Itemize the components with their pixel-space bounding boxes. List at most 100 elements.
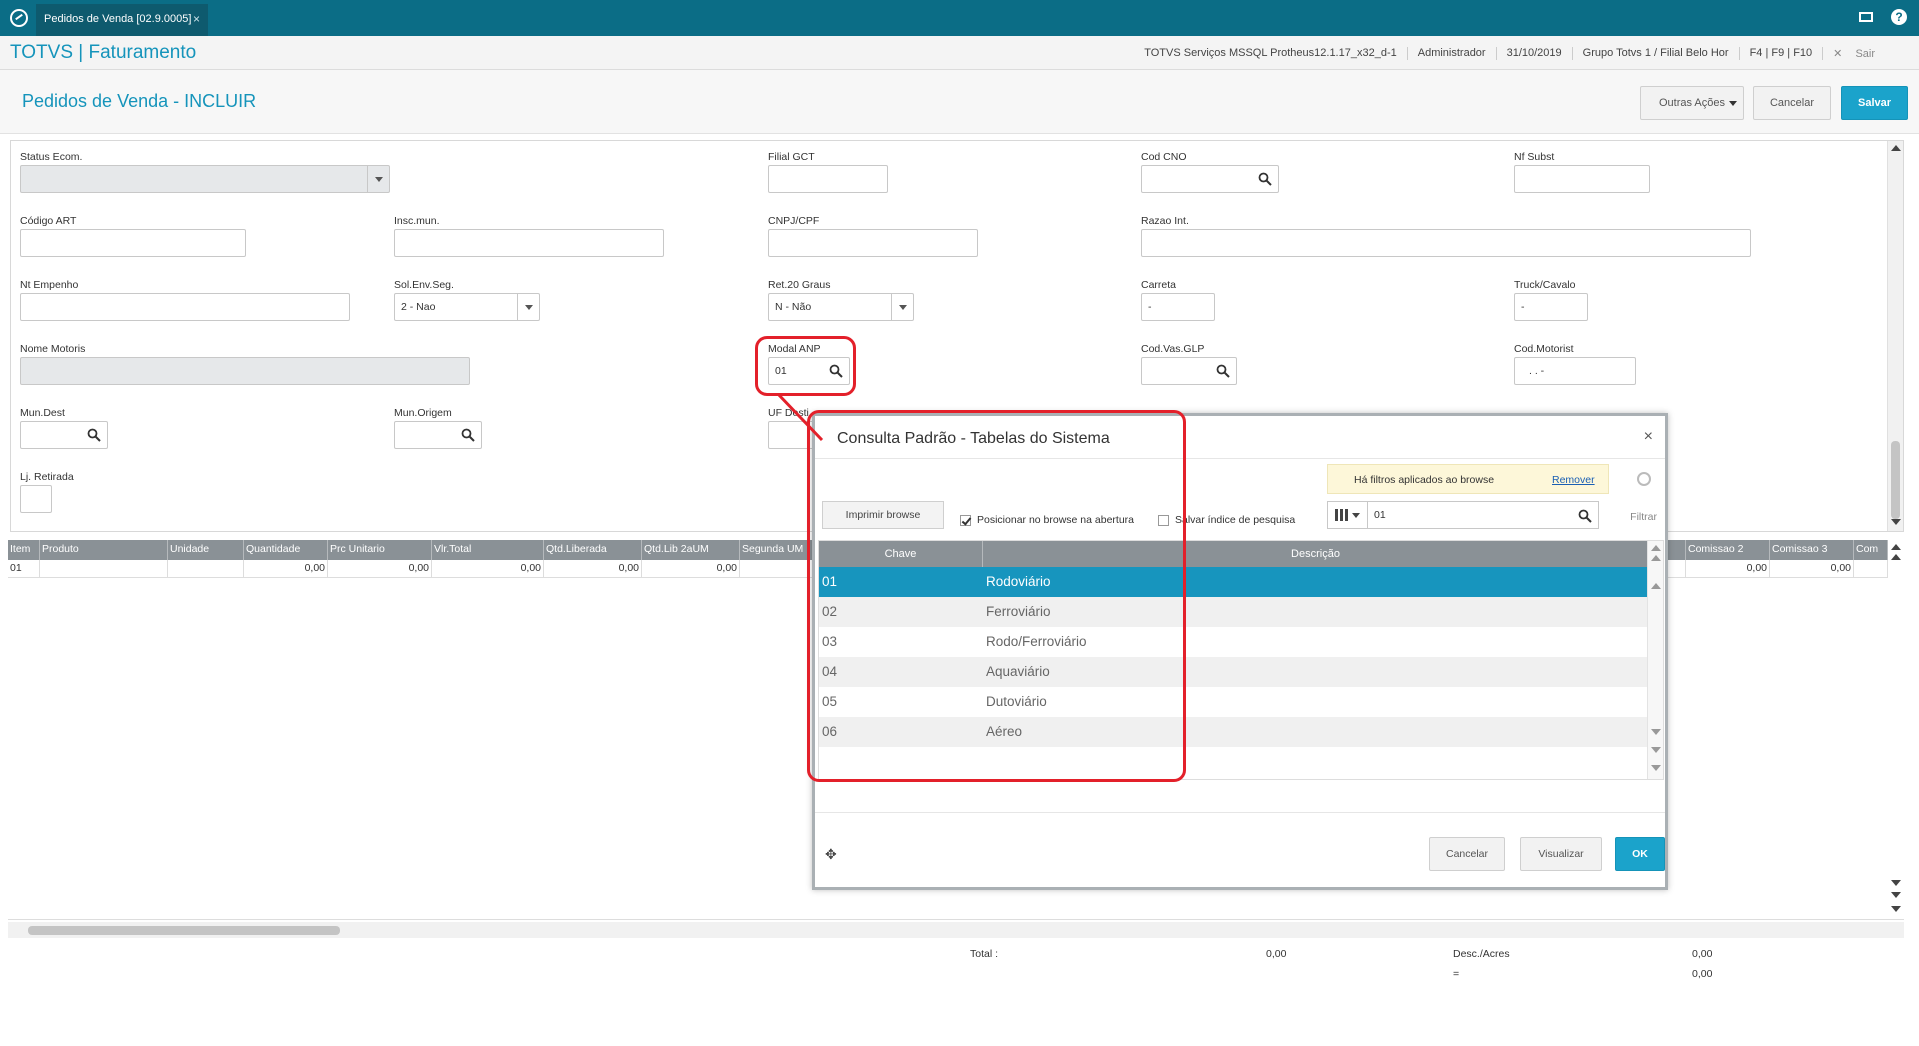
grid-cell[interactable]: 0,00 xyxy=(432,560,544,578)
total-label: Total : xyxy=(970,948,999,960)
carreta-input[interactable]: - xyxy=(1141,293,1215,321)
nome-motoris-input[interactable] xyxy=(20,357,470,385)
lj-retirada-label: Lj. Retirada xyxy=(20,471,74,483)
remove-filter-link[interactable]: Remover xyxy=(1552,474,1595,486)
search-icon[interactable] xyxy=(1578,509,1592,523)
filter-button[interactable]: Filtrar xyxy=(1630,511,1657,523)
scroll-up-icon[interactable] xyxy=(1651,583,1661,589)
search-icon[interactable] xyxy=(87,428,101,442)
search-icon[interactable] xyxy=(1258,172,1272,186)
scroll-down-icon[interactable] xyxy=(1891,880,1901,886)
save-button[interactable]: Salvar xyxy=(1841,86,1908,120)
scrollbar-thumb[interactable] xyxy=(1891,441,1900,519)
cod-cno-input[interactable] xyxy=(1141,165,1279,193)
app-title: TOTVS | Faturamento xyxy=(10,42,197,63)
scroll-bottom-icon[interactable] xyxy=(1651,765,1661,771)
dialog-ok-button[interactable]: OK xyxy=(1615,837,1665,871)
gear-icon[interactable] xyxy=(1637,472,1651,486)
razao-int-input[interactable] xyxy=(1141,229,1751,257)
grid-col-vlr-total[interactable]: Vlr.Total xyxy=(432,540,544,560)
scroll-top-icon[interactable] xyxy=(1891,544,1901,550)
grid-cell[interactable]: 0,00 xyxy=(642,560,740,578)
filter-notice-text: Há filtros aplicados ao browse xyxy=(1354,474,1495,486)
grid-cell[interactable]: 0,00 xyxy=(328,560,432,578)
grid-col-comissao-2[interactable]: Comissao 2 xyxy=(1686,540,1770,560)
scroll-up-icon[interactable] xyxy=(1891,554,1901,560)
search-field[interactable]: 01 xyxy=(1327,501,1599,529)
mun-dest-input[interactable] xyxy=(20,421,108,449)
totvs-logo-icon[interactable] xyxy=(10,9,28,27)
grid-col-prc-unitario[interactable]: Prc Unitario xyxy=(328,540,432,560)
dialog-cancel-button[interactable]: Cancelar xyxy=(1429,837,1505,871)
grid-horizontal-scrollbar[interactable] xyxy=(8,922,1904,938)
grid-cell[interactable]: 0,00 xyxy=(1770,560,1854,578)
lj-retirada-input[interactable] xyxy=(20,485,52,513)
mail-icon[interactable] xyxy=(1859,12,1873,22)
scrollbar-thumb[interactable] xyxy=(28,926,340,935)
mun-origem-input[interactable] xyxy=(394,421,482,449)
nf-subst-input[interactable] xyxy=(1514,165,1650,193)
outras-acoes-button[interactable]: Outras Ações xyxy=(1640,86,1744,120)
scroll-down-icon[interactable] xyxy=(1651,729,1661,735)
sol-env-seg-select[interactable]: 2 - Nao xyxy=(394,293,540,321)
nt-empenho-input[interactable] xyxy=(20,293,350,321)
ret-20-graus-select[interactable]: N - Não xyxy=(768,293,914,321)
dialog-view-button[interactable]: Visualizar xyxy=(1520,837,1602,871)
grid-col-comissao-3[interactable]: Comissao 3 xyxy=(1770,540,1854,560)
desc-acres-label: Desc./Acres xyxy=(1453,948,1510,960)
move-icon[interactable]: ✥ xyxy=(825,846,837,863)
codigo-art-input[interactable] xyxy=(20,229,246,257)
save-index-label: Salvar índice de pesquisa xyxy=(1175,514,1296,526)
form-scrollbar[interactable] xyxy=(1887,141,1903,531)
cod-motorist-input[interactable]: . . - xyxy=(1514,357,1636,385)
exit-button[interactable]: ✕ Sair xyxy=(1822,47,1895,60)
grid-cell[interactable]: 0,00 xyxy=(1686,560,1770,578)
scroll-bottom-icon[interactable] xyxy=(1891,906,1901,912)
chevron-down-icon xyxy=(367,166,389,192)
mun-origem-label: Mun.Origem xyxy=(394,407,452,419)
grid-cell[interactable]: 0,00 xyxy=(244,560,328,578)
scroll-down-icon[interactable] xyxy=(1891,519,1901,525)
grid-cell[interactable] xyxy=(40,560,168,578)
help-icon[interactable]: ? xyxy=(1891,9,1907,25)
cod-vas-glp-input[interactable] xyxy=(1141,357,1237,385)
grid-col-item[interactable]: Item xyxy=(8,540,40,560)
cnpj-cpf-input[interactable] xyxy=(768,229,978,257)
tab-close-icon[interactable]: × xyxy=(193,12,200,26)
grid-cell[interactable]: 0,00 xyxy=(544,560,642,578)
truck-cavalo-label: Truck/Cavalo xyxy=(1514,279,1576,291)
filial-gct-input[interactable] xyxy=(768,165,888,193)
grid-col-com[interactable]: Com xyxy=(1854,540,1888,560)
scroll-page-down-icon[interactable] xyxy=(1651,747,1661,753)
insc-mun-input[interactable] xyxy=(394,229,664,257)
tab-pedidos-de-venda[interactable]: Pedidos de Venda [02.9.0005] × xyxy=(36,4,208,36)
truck-cavalo-input[interactable]: - xyxy=(1514,293,1588,321)
user-info: Administrador xyxy=(1406,47,1496,60)
search-icon[interactable] xyxy=(1216,364,1230,378)
search-icon[interactable] xyxy=(461,428,475,442)
grid-cell[interactable] xyxy=(168,560,244,578)
grid-col-qtd-lib-2aum[interactable]: Qtd.Lib 2aUM xyxy=(642,540,740,560)
nome-motoris-label: Nome Motoris xyxy=(20,343,86,355)
scroll-page-down-icon[interactable] xyxy=(1891,892,1901,898)
scroll-top-icon[interactable] xyxy=(1651,545,1661,551)
lookup-scrollbar[interactable] xyxy=(1647,541,1663,779)
sol-env-seg-label: Sol.Env.Seg. xyxy=(394,279,454,291)
close-icon[interactable]: × xyxy=(1644,428,1653,446)
grid-col-quantidade[interactable]: Quantidade xyxy=(244,540,328,560)
grid-col-qtd-liberada[interactable]: Qtd.Liberada xyxy=(544,540,642,560)
grid-cell[interactable] xyxy=(1854,560,1888,578)
grid-scrollbar[interactable] xyxy=(1888,540,1904,920)
grid-col-produto[interactable]: Produto xyxy=(40,540,168,560)
environment-info: TOTVS Serviços MSSQL Protheus12.1.17_x32… xyxy=(1144,47,1397,59)
cancel-button[interactable]: Cancelar xyxy=(1753,86,1831,120)
search-input[interactable]: 01 xyxy=(1374,509,1386,521)
grid-col-unidade[interactable]: Unidade xyxy=(168,540,244,560)
session-info: TOTVS Serviços MSSQL Protheus12.1.17_x32… xyxy=(1134,47,1895,60)
date-info: 31/10/2019 xyxy=(1495,47,1572,60)
scroll-up-icon[interactable] xyxy=(1891,145,1901,151)
scroll-up-icon[interactable] xyxy=(1651,555,1661,561)
grid-cell[interactable]: 01 xyxy=(8,560,40,578)
status-ecom-select[interactable] xyxy=(20,165,390,193)
column-selector[interactable] xyxy=(1328,502,1368,528)
